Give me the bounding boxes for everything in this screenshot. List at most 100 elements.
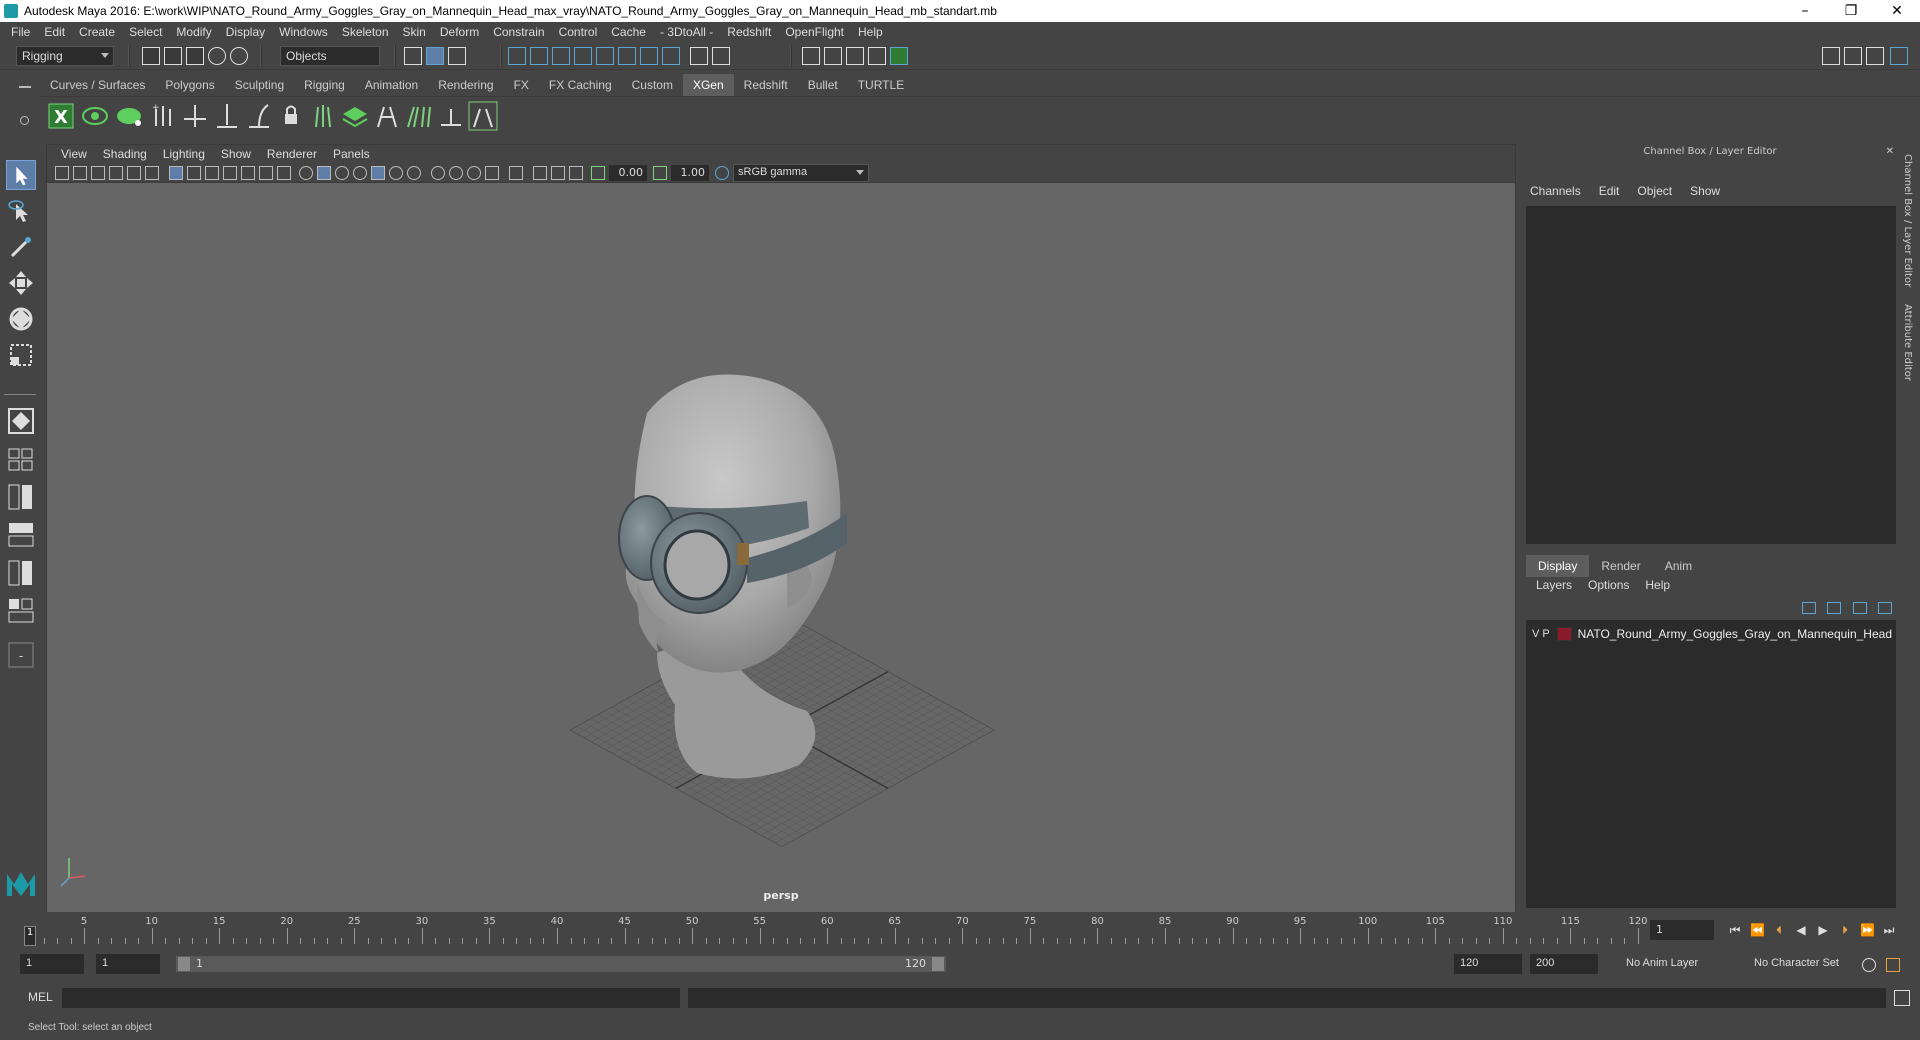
tab-display[interactable]: Display — [1526, 555, 1590, 577]
depth-of-field-icon[interactable] — [467, 166, 481, 180]
snap-to-curve-icon[interactable] — [530, 47, 548, 65]
isolate-select-icon[interactable] — [485, 166, 499, 180]
viewport-menu-show[interactable]: Show — [213, 147, 259, 161]
script-editor-icon[interactable] — [1894, 990, 1910, 1006]
auto-key-icon[interactable] — [1862, 958, 1876, 972]
shelf-tab-redshift[interactable]: Redshift — [734, 74, 798, 96]
menu-openflight[interactable]: OpenFlight — [778, 25, 851, 39]
select-by-hierarchy-icon[interactable] — [404, 47, 422, 65]
safe-action-icon[interactable] — [259, 166, 273, 180]
animation-preferences-icon[interactable] — [1886, 958, 1900, 972]
shelf-settings-icon[interactable] — [20, 116, 29, 125]
shelf-tab-bullet[interactable]: Bullet — [798, 74, 848, 96]
xgen-bend-guide-icon[interactable] — [244, 101, 274, 131]
open-scene-icon[interactable] — [164, 47, 182, 65]
xgen-add-guide-icon[interactable]: + — [148, 101, 178, 131]
xray-joints-icon[interactable] — [533, 166, 547, 180]
attribute-editor-icon[interactable] — [1844, 47, 1862, 65]
render-view-icon[interactable] — [802, 47, 820, 65]
current-frame-field[interactable]: 1 — [1650, 920, 1714, 940]
xgen-cut-icon[interactable] — [436, 101, 466, 131]
xgen-length-guide-icon[interactable] — [212, 101, 242, 131]
shelf-tab-curves-surfaces[interactable]: Curves / Surfaces — [40, 74, 155, 96]
gate-mask-icon[interactable] — [223, 166, 237, 180]
motion-blur-icon[interactable] — [431, 166, 445, 180]
menu-help[interactable]: Help — [851, 25, 890, 39]
film-gate-icon[interactable] — [187, 166, 201, 180]
lasso-tool-icon[interactable] — [6, 196, 36, 226]
start-time-field[interactable]: 1 — [20, 954, 84, 974]
playback-end-field[interactable]: 120 — [1454, 954, 1522, 974]
snap-to-surface-icon[interactable] — [596, 47, 614, 65]
menu-select[interactable]: Select — [122, 25, 169, 39]
menu-object[interactable]: Object — [1637, 184, 1672, 198]
layout-single-pane-icon[interactable] — [6, 444, 36, 474]
image-plane-icon[interactable] — [109, 166, 123, 180]
menu-file[interactable]: File — [4, 25, 37, 39]
move-layer-down-icon[interactable] — [1827, 602, 1842, 614]
modeling-toolkit-icon[interactable] — [1822, 47, 1840, 65]
menu-options[interactable]: Options — [1588, 578, 1629, 592]
tab-render[interactable]: Render — [1589, 555, 1652, 577]
xgen-sculpt-guide-icon[interactable] — [308, 101, 338, 131]
more-layouts-icon[interactable]: - — [6, 640, 36, 670]
tool-settings-icon[interactable] — [1866, 47, 1884, 65]
menu-skin[interactable]: Skin — [396, 25, 433, 39]
anti-aliasing-icon[interactable] — [449, 166, 463, 180]
xgen-lock-guide-icon[interactable] — [276, 101, 306, 131]
wireframe-icon[interactable] — [299, 166, 313, 180]
menu-edit[interactable]: Edit — [1599, 184, 1620, 198]
shelf-tab-turtle[interactable]: TURTLE — [848, 74, 914, 96]
menuset-dropdown[interactable]: Rigging — [16, 46, 114, 66]
menu-help[interactable]: Help — [1645, 578, 1670, 592]
panel-close-icon[interactable]: ✕ — [1886, 146, 1894, 157]
new-layer-selected-icon[interactable] — [1877, 602, 1892, 614]
xgen-window-icon[interactable]: X — [46, 101, 76, 131]
exposure-field[interactable]: 0.00 — [609, 165, 647, 181]
step-back-key-icon[interactable]: ⏴ — [1772, 923, 1786, 937]
move-tool-icon[interactable] — [6, 268, 36, 298]
menu-channels[interactable]: Channels — [1530, 184, 1581, 198]
new-scene-icon[interactable] — [142, 47, 160, 65]
play-backwards-icon[interactable]: ◀ — [1794, 923, 1808, 937]
new-layer-icon[interactable] — [1852, 602, 1867, 614]
current-frame-marker[interactable]: 1 — [24, 926, 36, 946]
end-time-field[interactable]: 200 — [1530, 954, 1598, 974]
rotate-tool-icon[interactable] — [6, 304, 36, 334]
step-forward-frame-icon[interactable]: ⏩ — [1860, 923, 1875, 937]
menu-layers[interactable]: Layers — [1536, 578, 1572, 592]
last-tool-icon[interactable] — [6, 406, 36, 436]
layer-color-swatch[interactable] — [1557, 627, 1572, 641]
viewport-menu-panels[interactable]: Panels — [325, 147, 378, 161]
safe-title-icon[interactable] — [277, 166, 291, 180]
range-start-handle[interactable] — [178, 957, 190, 971]
viewport-menu-shading[interactable]: Shading — [95, 147, 155, 161]
xgen-preview-icon[interactable] — [80, 101, 110, 131]
exposure-icon[interactable] — [591, 166, 605, 180]
step-back-frame-icon[interactable]: ⏪ — [1750, 923, 1765, 937]
menu-deform[interactable]: Deform — [433, 25, 486, 39]
undo-icon[interactable] — [208, 47, 226, 65]
gamma-icon[interactable] — [653, 166, 667, 180]
resolution-gate-icon[interactable] — [205, 166, 219, 180]
render-settings-icon[interactable] — [868, 47, 886, 65]
play-forwards-icon[interactable]: ▶ — [1816, 923, 1830, 937]
shelf-tab-fx[interactable]: FX — [504, 74, 539, 96]
select-tool-icon[interactable] — [6, 160, 36, 190]
isolate-icon[interactable] — [569, 166, 583, 180]
menu-display[interactable]: Display — [219, 25, 272, 39]
use-all-lights-icon[interactable] — [371, 166, 385, 180]
select-by-object-type-icon[interactable] — [426, 47, 444, 65]
channel-box-icon[interactable] — [1890, 47, 1908, 65]
paint-select-tool-icon[interactable] — [6, 232, 36, 262]
render-current-frame-icon[interactable] — [824, 47, 842, 65]
xgen-groom-icon[interactable] — [372, 101, 402, 131]
layout-two-pane-icon[interactable] — [6, 482, 36, 512]
viewport-menu-renderer[interactable]: Renderer — [259, 147, 325, 161]
shelf-tab-rendering[interactable]: Rendering — [428, 74, 503, 96]
menu-skeleton[interactable]: Skeleton — [335, 25, 396, 39]
shelf-tab-rigging[interactable]: Rigging — [294, 74, 355, 96]
shelf-tab-sculpting[interactable]: Sculpting — [225, 74, 294, 96]
shelf-menu-icon[interactable] — [19, 86, 31, 88]
menu-edit[interactable]: Edit — [37, 25, 72, 39]
